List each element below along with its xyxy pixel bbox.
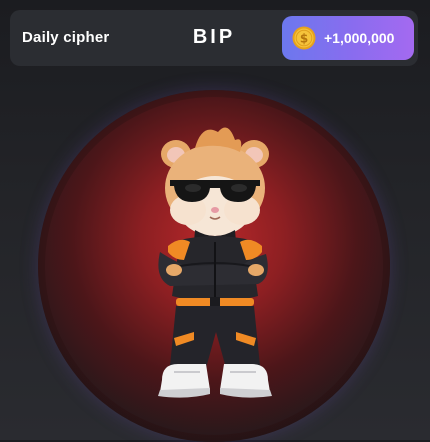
hamster-character-icon[interactable] (140, 118, 290, 410)
daily-cipher-bar: Daily cipher BIP $ +1,000,000 (10, 10, 418, 66)
daily-cipher-label: Daily cipher (22, 29, 110, 46)
svg-text:$: $ (300, 31, 308, 45)
reward-amount: +1,000,000 (324, 30, 395, 46)
coin-icon: $ (292, 26, 316, 50)
claim-reward-button[interactable]: $ +1,000,000 (282, 16, 414, 60)
